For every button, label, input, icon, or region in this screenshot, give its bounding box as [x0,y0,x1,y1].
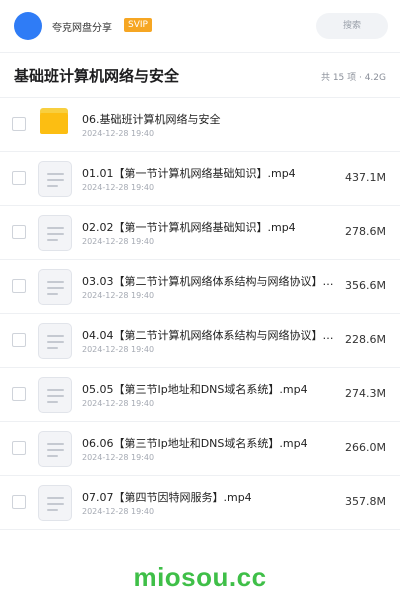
file-row[interactable]: 01.01【第一节计算机网络基础知识】.mp4 2024-12-28 19:40 4… [0,152,400,206]
file-row[interactable]: 07.07【第四节因特网服务】.mp4 2024-12-28 19:40 357.8… [0,476,400,530]
video-file-icon [38,377,72,413]
file-name[interactable]: 06.06【第三节Ip地址和DNS域名系统】.mp4 [82,435,336,451]
video-file-icon [38,215,72,251]
avatar[interactable] [14,12,42,40]
file-name[interactable]: 04.04【第二节计算机网络体系结构与网络协议】.mp4 [82,327,336,343]
file-date: 2024-12-28 19:40 [82,291,155,300]
file-row[interactable]: 06.06【第三节Ip地址和DNS域名系统】.mp4 2024-12-28 19:… [0,422,400,476]
file-size: 274.3M [345,387,386,400]
select-checkbox[interactable] [12,117,26,131]
folder-meta: 共 15 项 · 4.2G [320,73,386,83]
file-size: 266.0M [345,441,386,454]
file-name[interactable]: 01.01【第一节计算机网络基础知识】.mp4 [82,165,336,181]
file-size: 228.6M [345,333,386,346]
file-date: 2024-12-28 19:40 [82,129,155,138]
watermark: miosou.cc [133,562,267,592]
file-date: 2024-12-28 19:40 [82,237,155,246]
select-checkbox[interactable] [12,387,26,401]
file-row[interactable]: 06.基础班计算机网络与安全 2024-12-28 19:40 [0,98,400,152]
file-size: 356.6M [345,279,386,292]
file-name[interactable]: 06.基础班计算机网络与安全 [82,111,336,127]
select-checkbox[interactable] [12,279,26,293]
file-name[interactable]: 05.05【第三节Ip地址和DNS域名系统】.mp4 [82,381,336,397]
select-checkbox[interactable] [12,171,26,185]
file-date: 2024-12-28 19:40 [82,345,155,354]
select-checkbox[interactable] [12,225,26,239]
file-date: 2024-12-28 19:40 [82,399,155,408]
search-input[interactable]: 搜索 [316,13,388,39]
file-row[interactable]: 02.02【第一节计算机网络基础知识】.mp4 2024-12-28 19:40 2… [0,206,400,260]
video-file-icon [38,269,72,305]
app-header: 夸克网盘分享 SVIP 搜索 [0,0,400,52]
file-size: 357.8M [345,495,386,508]
file-size: 437.1M [345,171,386,184]
file-name[interactable]: 02.02【第一节计算机网络基础知识】.mp4 [82,219,336,235]
file-list: 06.基础班计算机网络与安全 2024-12-28 19:40 01.01【第一节计… [0,98,400,530]
video-file-icon [38,161,72,197]
select-checkbox[interactable] [12,333,26,347]
file-name[interactable]: 03.03【第二节计算机网络体系结构与网络协议】.mp4 [82,273,336,289]
video-file-icon [38,485,72,521]
file-date: 2024-12-28 19:40 [82,183,155,192]
file-row[interactable]: 03.03【第二节计算机网络体系结构与网络协议】.mp4 2024-12-28 1… [0,260,400,314]
app-name: 夸克网盘分享 [52,23,112,34]
file-size: 278.6M [345,225,386,238]
folder-icon [40,108,68,134]
page-title: 基础班计算机网络与安全 [14,67,180,85]
folder-title-bar: 基础班计算机网络与安全 共 15 项 · 4.2G [0,53,400,97]
svip-badge[interactable]: SVIP [124,18,152,32]
file-row[interactable]: 05.05【第三节Ip地址和DNS域名系统】.mp4 2024-12-28 19:… [0,368,400,422]
file-date: 2024-12-28 19:40 [82,507,155,516]
video-file-icon [38,323,72,359]
video-file-icon [38,431,72,467]
select-checkbox[interactable] [12,441,26,455]
file-row[interactable]: 04.04【第二节计算机网络体系结构与网络协议】.mp4 2024-12-28 1… [0,314,400,368]
file-name[interactable]: 07.07【第四节因特网服务】.mp4 [82,489,336,505]
file-date: 2024-12-28 19:40 [82,453,155,462]
select-checkbox[interactable] [12,495,26,509]
